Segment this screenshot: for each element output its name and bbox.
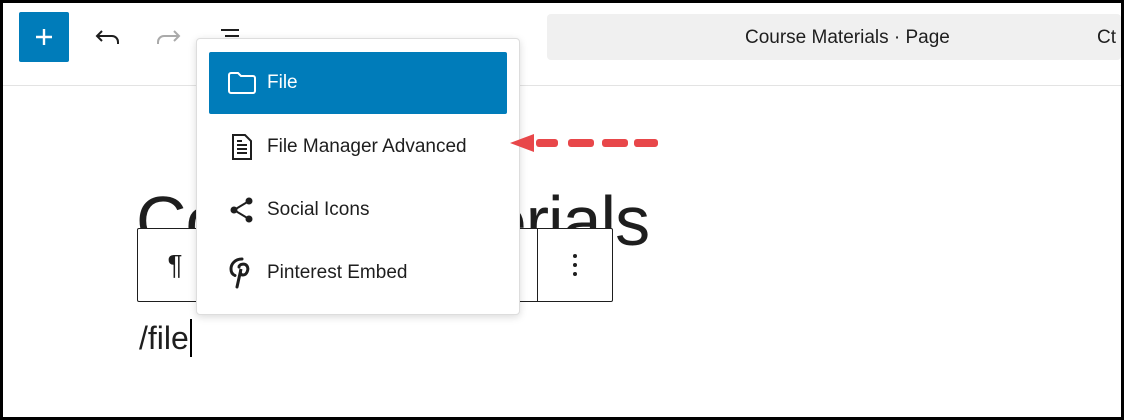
menu-item-file-manager-advanced[interactable]: File Manager Advanced	[209, 116, 507, 178]
document-icon	[219, 134, 265, 160]
folder-icon	[219, 70, 265, 96]
pinterest-icon	[219, 257, 265, 289]
undo-icon	[95, 30, 119, 44]
editor-window: Course Materials · Page Ct Course Materi…	[0, 0, 1124, 420]
menu-item-label: Pinterest Embed	[267, 262, 408, 283]
vertical-ellipsis-icon	[573, 254, 577, 276]
annotation-arrow-icon	[510, 134, 658, 152]
text-cursor	[189, 319, 192, 357]
menu-item-label: File	[267, 72, 298, 93]
paragraph-input[interactable]: /file	[139, 319, 192, 357]
block-options-button[interactable]	[537, 229, 612, 301]
shortcut-hint: Ct	[1097, 27, 1116, 48]
editor-top-toolbar: Course Materials · Page Ct	[3, 3, 1121, 86]
menu-item-label: File Manager Advanced	[267, 136, 467, 157]
undo-button[interactable]	[91, 20, 125, 54]
menu-item-social-icons[interactable]: Social Icons	[209, 179, 507, 241]
slash-command-text: /file	[139, 320, 189, 356]
menu-item-label: Social Icons	[267, 199, 370, 220]
document-title[interactable]: Course Materials · Page	[745, 27, 950, 49]
menu-item-file[interactable]: File	[209, 52, 507, 114]
block-inserter-menu: File File Manager Advanced Social Icons …	[196, 38, 520, 315]
add-block-button[interactable]	[19, 12, 69, 62]
redo-icon	[157, 30, 181, 44]
share-icon	[219, 196, 265, 224]
menu-item-pinterest-embed[interactable]: Pinterest Embed	[209, 242, 507, 304]
plus-icon	[36, 29, 52, 45]
redo-button[interactable]	[151, 20, 185, 54]
